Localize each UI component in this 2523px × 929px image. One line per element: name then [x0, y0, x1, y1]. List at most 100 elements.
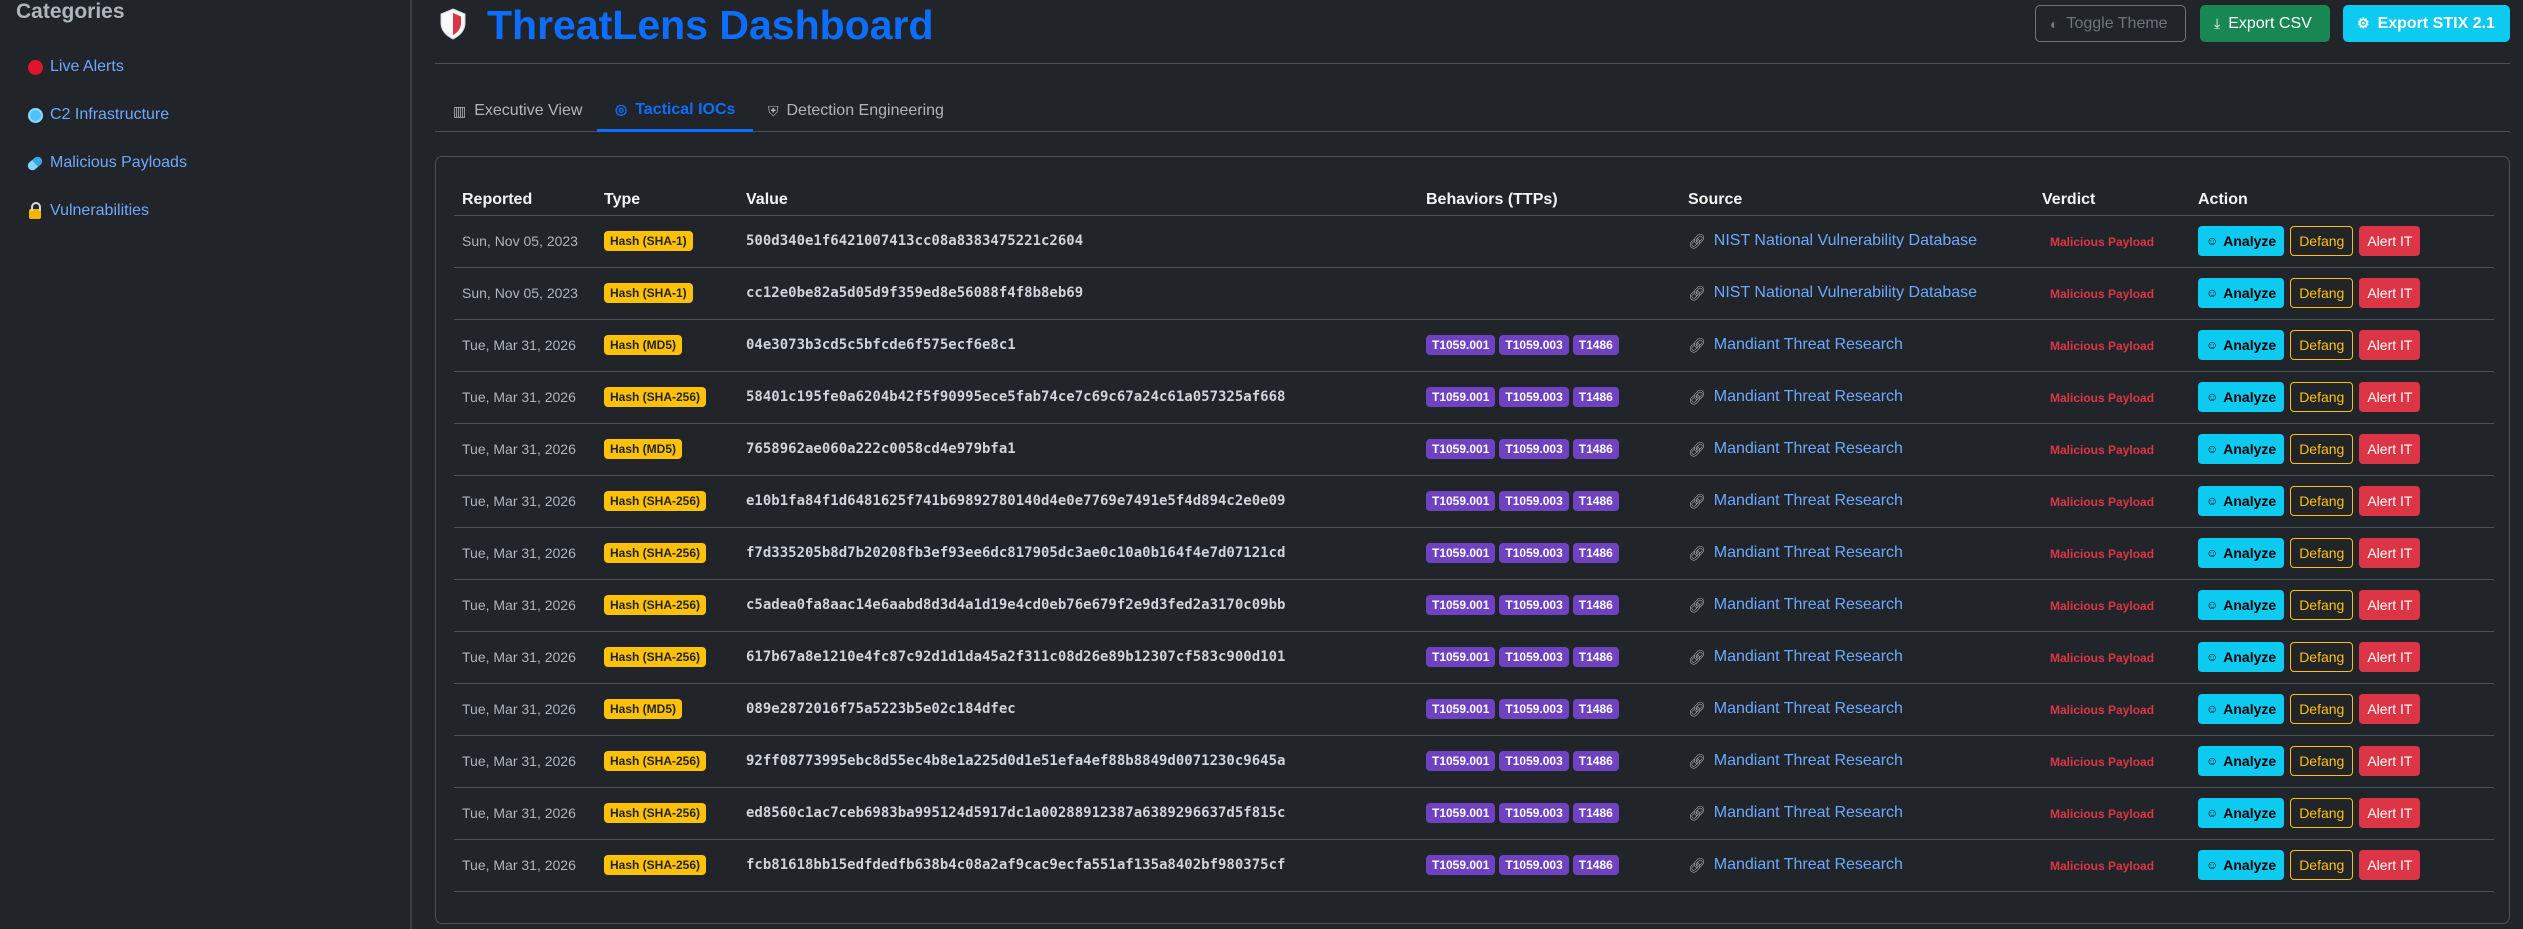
- analyze-button[interactable]: ☺ Analyze: [2198, 278, 2285, 308]
- ttp-badge[interactable]: T1059.003: [1499, 699, 1569, 719]
- ttp-badge[interactable]: T1059.001: [1426, 803, 1496, 823]
- source-link[interactable]: 🔗︎ Mandiant Threat Research: [1688, 596, 1903, 614]
- source-link[interactable]: 🔗︎ Mandiant Threat Research: [1688, 804, 1903, 822]
- source-link[interactable]: 🔗︎ Mandiant Threat Research: [1688, 492, 1903, 510]
- analyze-button[interactable]: ☺ Analyze: [2198, 330, 2285, 360]
- ttp-badge[interactable]: T1059.003: [1499, 491, 1569, 511]
- defang-button[interactable]: Defang: [2290, 642, 2354, 672]
- column-header-source[interactable]: Source: [1680, 171, 2034, 216]
- alert-it-button[interactable]: Alert IT: [2359, 746, 2421, 776]
- ttp-badge[interactable]: T1486: [1572, 751, 1619, 771]
- analyze-button[interactable]: ☺ Analyze: [2198, 694, 2285, 724]
- alert-it-button[interactable]: Alert IT: [2359, 850, 2421, 880]
- export-stix-button[interactable]: ⚙ Export STIX 2.1: [2343, 5, 2510, 42]
- ttp-badge[interactable]: T1059.001: [1426, 543, 1496, 563]
- ttp-badge[interactable]: T1059.001: [1426, 491, 1496, 511]
- tab-executive-view[interactable]: ▥ Executive View: [435, 90, 600, 132]
- defang-button[interactable]: Defang: [2290, 850, 2354, 880]
- ttp-badge[interactable]: T1059.003: [1499, 387, 1569, 407]
- ttp-badge[interactable]: T1059.001: [1426, 647, 1496, 667]
- analyze-button[interactable]: ☺ Analyze: [2198, 798, 2285, 828]
- ttp-badge[interactable]: T1059.003: [1499, 439, 1569, 459]
- source-link[interactable]: 🔗︎ Mandiant Threat Research: [1688, 388, 1903, 406]
- defang-button[interactable]: Defang: [2290, 382, 2354, 412]
- ttp-badge[interactable]: T1059.003: [1499, 855, 1569, 875]
- alert-it-button[interactable]: Alert IT: [2359, 226, 2421, 256]
- defang-button[interactable]: Defang: [2290, 798, 2354, 828]
- source-link[interactable]: 🔗︎ Mandiant Threat Research: [1688, 336, 1903, 354]
- alert-it-button[interactable]: Alert IT: [2359, 434, 2421, 464]
- ttp-badge[interactable]: T1486: [1572, 699, 1619, 719]
- ttp-badge[interactable]: T1059.001: [1426, 439, 1496, 459]
- alert-it-button[interactable]: Alert IT: [2359, 694, 2421, 724]
- ttp-badge[interactable]: T1059.003: [1499, 803, 1569, 823]
- ttp-badge[interactable]: T1059.003: [1499, 543, 1569, 563]
- defang-button[interactable]: Defang: [2290, 434, 2354, 464]
- alert-it-button[interactable]: Alert IT: [2359, 486, 2421, 516]
- alert-it-button[interactable]: Alert IT: [2359, 330, 2421, 360]
- alert-it-button[interactable]: Alert IT: [2359, 642, 2421, 672]
- ttp-badge[interactable]: T1059.001: [1426, 595, 1496, 615]
- ttp-badge[interactable]: T1486: [1572, 803, 1619, 823]
- tab-tactical-iocs[interactable]: ◎ Tactical IOCs: [597, 90, 754, 132]
- ttp-badge[interactable]: T1059.001: [1426, 751, 1496, 771]
- ttp-badge[interactable]: T1486: [1572, 595, 1619, 615]
- column-header-value[interactable]: Value: [738, 171, 1418, 216]
- analyze-button[interactable]: ☺ Analyze: [2198, 382, 2285, 412]
- ttp-badge[interactable]: T1486: [1572, 543, 1619, 563]
- analyze-button[interactable]: ☺ Analyze: [2198, 746, 2285, 776]
- ttp-badge[interactable]: T1059.003: [1499, 647, 1569, 667]
- ttp-badge[interactable]: T1486: [1572, 439, 1619, 459]
- toggle-theme-button[interactable]: ◐ Toggle Theme: [2035, 5, 2186, 42]
- ttp-badge[interactable]: T1059.001: [1426, 699, 1496, 719]
- ttp-badge[interactable]: T1486: [1572, 855, 1619, 875]
- defang-button[interactable]: Defang: [2290, 330, 2354, 360]
- defang-button[interactable]: Defang: [2290, 746, 2354, 776]
- defang-button[interactable]: Defang: [2290, 226, 2354, 256]
- analyze-button[interactable]: ☺ Analyze: [2198, 434, 2285, 464]
- sidebar-item-malicious-payloads[interactable]: Malicious Payloads: [25, 154, 187, 172]
- source-link[interactable]: 🔗︎ NIST National Vulnerability Database: [1688, 284, 1977, 302]
- source-link[interactable]: 🔗︎ Mandiant Threat Research: [1688, 856, 1903, 874]
- defang-button[interactable]: Defang: [2290, 538, 2354, 568]
- analyze-button[interactable]: ☺ Analyze: [2198, 850, 2285, 880]
- source-link[interactable]: 🔗︎ Mandiant Threat Research: [1688, 752, 1903, 770]
- column-header-reported[interactable]: Reported: [454, 171, 596, 216]
- ttp-badge[interactable]: T1486: [1572, 491, 1619, 511]
- source-link[interactable]: 🔗︎ Mandiant Threat Research: [1688, 648, 1903, 666]
- analyze-button[interactable]: ☺ Analyze: [2198, 590, 2285, 620]
- tab-detection-engineering[interactable]: ⛨ Detection Engineering: [750, 90, 962, 132]
- ttp-badge[interactable]: T1059.001: [1426, 855, 1496, 875]
- alert-it-button[interactable]: Alert IT: [2359, 382, 2421, 412]
- sidebar-item-c2-infrastructure[interactable]: C2 Infrastructure: [26, 106, 169, 124]
- ttp-badge[interactable]: T1059.003: [1499, 751, 1569, 771]
- alert-it-button[interactable]: Alert IT: [2359, 278, 2421, 308]
- ttp-badge[interactable]: T1059.001: [1426, 387, 1496, 407]
- alert-it-button[interactable]: Alert IT: [2359, 798, 2421, 828]
- column-header-type[interactable]: Type: [596, 171, 738, 216]
- ttp-badge[interactable]: T1486: [1572, 387, 1619, 407]
- ttp-badge[interactable]: T1059.003: [1499, 595, 1569, 615]
- ttp-badge[interactable]: T1059.001: [1426, 335, 1496, 355]
- ttp-badge[interactable]: T1486: [1572, 647, 1619, 667]
- source-link[interactable]: 🔗︎ Mandiant Threat Research: [1688, 440, 1903, 458]
- alert-it-button[interactable]: Alert IT: [2359, 590, 2421, 620]
- source-link[interactable]: 🔗︎ NIST National Vulnerability Database: [1688, 232, 1977, 250]
- ttp-badge[interactable]: T1486: [1572, 335, 1619, 355]
- column-header-action[interactable]: Action: [2190, 171, 2494, 216]
- analyze-button[interactable]: ☺ Analyze: [2198, 642, 2285, 672]
- export-csv-button[interactable]: ⤓ Export CSV: [2200, 5, 2330, 42]
- column-header-verdict[interactable]: Verdict: [2034, 171, 2190, 216]
- analyze-button[interactable]: ☺ Analyze: [2198, 538, 2285, 568]
- column-header-ttps[interactable]: Behaviors (TTPs): [1418, 171, 1680, 216]
- sidebar-item-vulnerabilities[interactable]: Vulnerabilities: [26, 201, 149, 220]
- defang-button[interactable]: Defang: [2290, 590, 2354, 620]
- defang-button[interactable]: Defang: [2290, 486, 2354, 516]
- source-link[interactable]: 🔗︎ Mandiant Threat Research: [1688, 700, 1903, 718]
- ttp-badge[interactable]: T1059.003: [1499, 335, 1569, 355]
- source-link[interactable]: 🔗︎ Mandiant Threat Research: [1688, 544, 1903, 562]
- alert-it-button[interactable]: Alert IT: [2359, 538, 2421, 568]
- analyze-button[interactable]: ☺ Analyze: [2198, 486, 2285, 516]
- sidebar-item-live-alerts[interactable]: Live Alerts: [26, 58, 124, 76]
- defang-button[interactable]: Defang: [2290, 694, 2354, 724]
